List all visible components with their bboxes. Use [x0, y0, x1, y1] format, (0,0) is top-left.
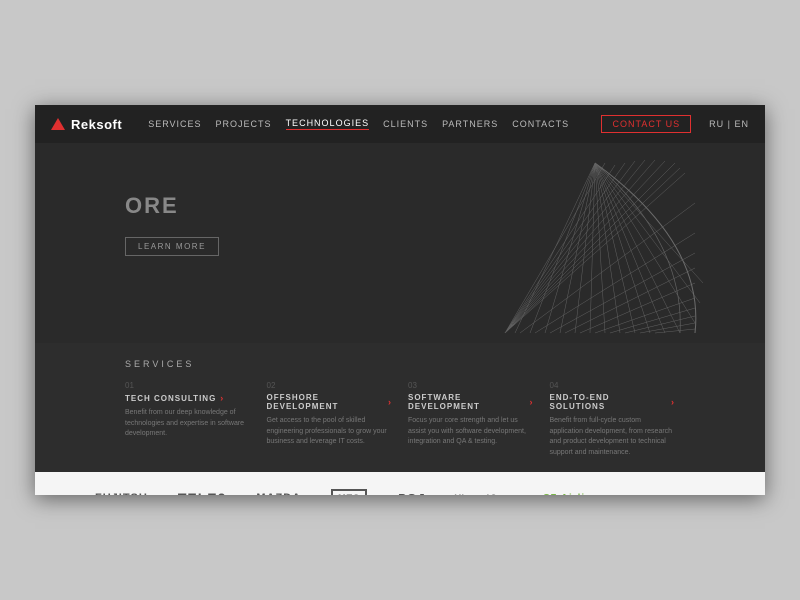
nav-links: SERVICES PROJECTS TECHNOLOGIES CLIENTS P…: [148, 118, 583, 130]
nav-partners[interactable]: PARTNERS: [442, 119, 498, 129]
client-vimpelcom: VimpelCom: [455, 493, 513, 495]
hero-text-block: orE LEARN MORE: [125, 193, 219, 256]
service-item-3: 03 SOFTWARE DEVELOPMENT › Focus your cor…: [408, 381, 534, 458]
services-grid: 01 TECH CONSULTING › Benefit from our de…: [125, 381, 675, 458]
service-item-1: 01 TECH CONSULTING › Benefit from our de…: [125, 381, 251, 458]
service-num-1: 01: [125, 381, 251, 390]
arrow-icon-3: ›: [530, 397, 534, 407]
contact-us-button[interactable]: CONTACT US: [601, 115, 691, 133]
service-title-4[interactable]: END-TO-END SOLUTIONS ›: [550, 393, 676, 411]
service-item-4: 04 END-TO-END SOLUTIONS › Benefit from f…: [550, 381, 676, 458]
browser-window: Reksoft SERVICES PROJECTS TECHNOLOGIES C…: [35, 105, 765, 495]
service-num-3: 03: [408, 381, 534, 390]
client-psj: PSJ: [397, 491, 425, 496]
geometric-art: [485, 153, 705, 343]
hero-section: orE LEARN MORE: [35, 143, 765, 343]
client-mazda: MAZDA: [256, 492, 301, 495]
nav-services[interactable]: SERVICES: [148, 119, 201, 129]
nav-projects[interactable]: PROJECTS: [216, 119, 272, 129]
logo[interactable]: Reksoft: [51, 117, 122, 132]
language-switcher[interactable]: RU | EN: [709, 119, 749, 129]
arrow-icon-2: ›: [388, 397, 392, 407]
service-desc-1: Benefit from our deep knowledge of techn…: [125, 408, 251, 440]
logo-text: Reksoft: [71, 117, 122, 132]
logo-triangle-icon: [51, 118, 65, 130]
arrow-icon-4: ›: [671, 397, 675, 407]
service-title-3[interactable]: SOFTWARE DEVELOPMENT ›: [408, 393, 534, 411]
service-num-4: 04: [550, 381, 676, 390]
nav-clients[interactable]: CLIENTS: [383, 119, 428, 129]
service-desc-4: Benefit from full-cycle custom applicati…: [550, 416, 676, 458]
clients-strip: FUJITSU TELE2 MAZDA MTS PSJ VimpelCom S7…: [35, 472, 765, 495]
service-num-2: 02: [267, 381, 393, 390]
service-desc-3: Focus your core strength and let us assi…: [408, 416, 534, 448]
services-section: SERVICES 01 TECH CONSULTING › Benefit fr…: [35, 343, 765, 472]
client-s7: S7 Airlines: [543, 493, 605, 496]
arrow-icon-1: ›: [220, 393, 224, 403]
hero-title: orE: [125, 193, 219, 219]
service-title-2[interactable]: OFFSHORE DEVELOPMENT ›: [267, 393, 393, 411]
services-section-title: SERVICES: [125, 359, 675, 369]
client-tele2: TELE2: [178, 490, 227, 495]
nav-technologies[interactable]: TECHNOLOGIES: [286, 118, 370, 130]
service-item-2: 02 OFFSHORE DEVELOPMENT › Get access to …: [267, 381, 393, 458]
client-mts: MTS: [331, 489, 367, 495]
learn-more-button[interactable]: LEARN MORE: [125, 237, 219, 256]
navbar: Reksoft SERVICES PROJECTS TECHNOLOGIES C…: [35, 105, 765, 143]
client-fujitsu: FUJITSU: [95, 492, 148, 495]
service-desc-2: Get access to the pool of skilled engine…: [267, 416, 393, 448]
nav-contacts[interactable]: CONTACTS: [512, 119, 569, 129]
service-title-1[interactable]: TECH CONSULTING ›: [125, 393, 251, 403]
